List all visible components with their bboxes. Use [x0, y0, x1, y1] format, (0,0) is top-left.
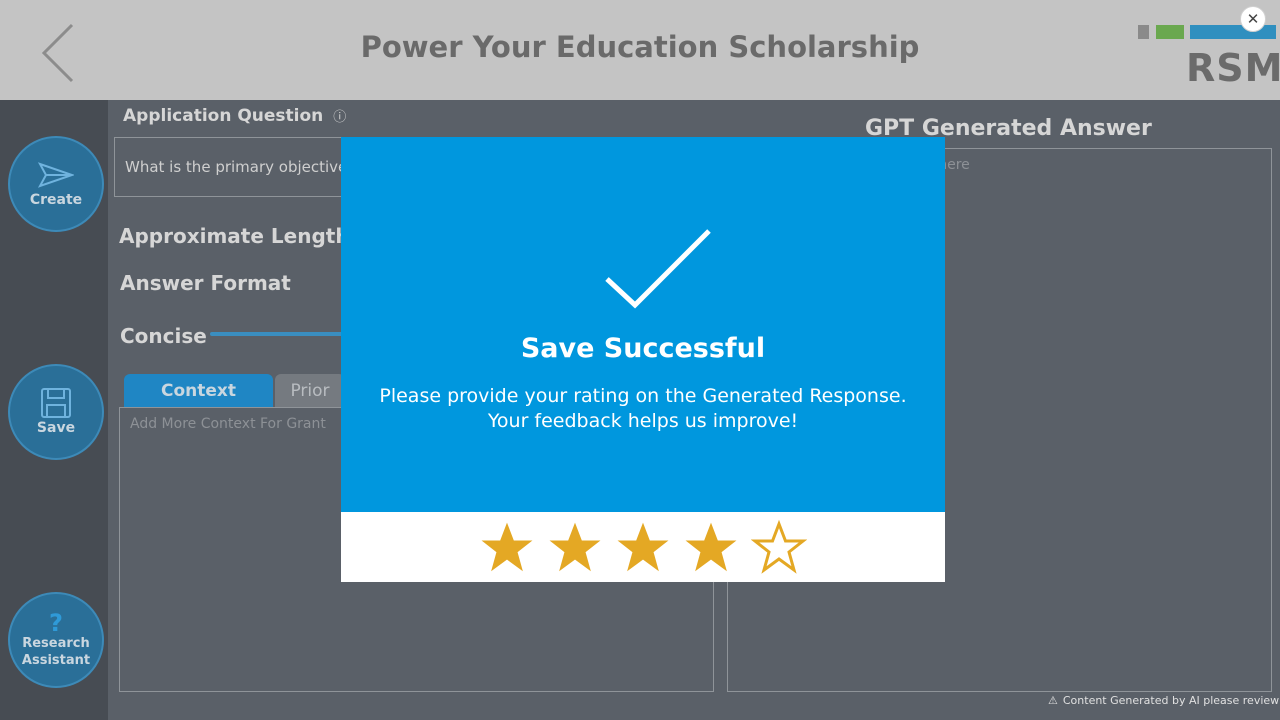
app-header: Power Your Education Scholarship RSM: [0, 0, 1280, 100]
star-rating: [341, 512, 945, 582]
question-mark-icon: ?: [49, 609, 63, 637]
approximate-length-label: Approximate Length: [119, 224, 350, 248]
warning-icon: ⚠: [1048, 694, 1058, 707]
tab-prior[interactable]: Prior: [275, 374, 345, 408]
length-slider[interactable]: [210, 332, 350, 336]
dialog-message-line-1: Please provide your rating on the Genera…: [379, 385, 907, 407]
checkmark-icon: [605, 229, 711, 309]
dialog-message-line-2: Your feedback helps us improve!: [487, 410, 799, 432]
star-empty-icon[interactable]: [751, 519, 807, 575]
star-filled-icon[interactable]: [683, 519, 739, 575]
star-filled-icon[interactable]: [615, 519, 671, 575]
rsm-logo: RSM: [1186, 46, 1280, 90]
star-filled-icon[interactable]: [547, 519, 603, 575]
info-icon[interactable]: ⓘ: [333, 110, 346, 125]
ai-disclaimer: ⚠ Content Generated by AI please review: [1048, 694, 1279, 707]
application-question-text: Application Question: [123, 106, 324, 126]
save-success-dialog: Save Successful Please provide your rati…: [341, 137, 945, 582]
concise-label: Concise: [120, 324, 207, 348]
save-button-label: Save: [36, 419, 76, 436]
star-filled-icon[interactable]: [479, 519, 535, 575]
research-assistant-button[interactable]: ? Research Assistant: [8, 592, 104, 688]
tab-context[interactable]: Context: [124, 374, 273, 408]
floppy-disk-icon: [41, 387, 71, 418]
send-icon: [38, 161, 74, 188]
dialog-title: Save Successful: [520, 333, 766, 364]
close-icon[interactable]: ✕: [1240, 6, 1266, 32]
dialog-message: Please provide your rating on the Genera…: [341, 384, 945, 434]
create-button-label: Create: [29, 191, 83, 208]
research-assistant-label: Research Assistant: [21, 636, 91, 668]
left-rail: Create Save ? Research Assistant: [0, 100, 108, 720]
answer-format-label: Answer Format: [120, 271, 291, 295]
create-button[interactable]: Create: [8, 136, 104, 232]
ai-disclaimer-text: Content Generated by AI please review: [1062, 694, 1280, 707]
close-glyph: ✕: [1246, 10, 1260, 28]
page-title: Power Your Education Scholarship: [360, 30, 920, 64]
application-question-label: Application Question ⓘ: [123, 106, 346, 126]
save-button[interactable]: Save: [8, 364, 104, 460]
